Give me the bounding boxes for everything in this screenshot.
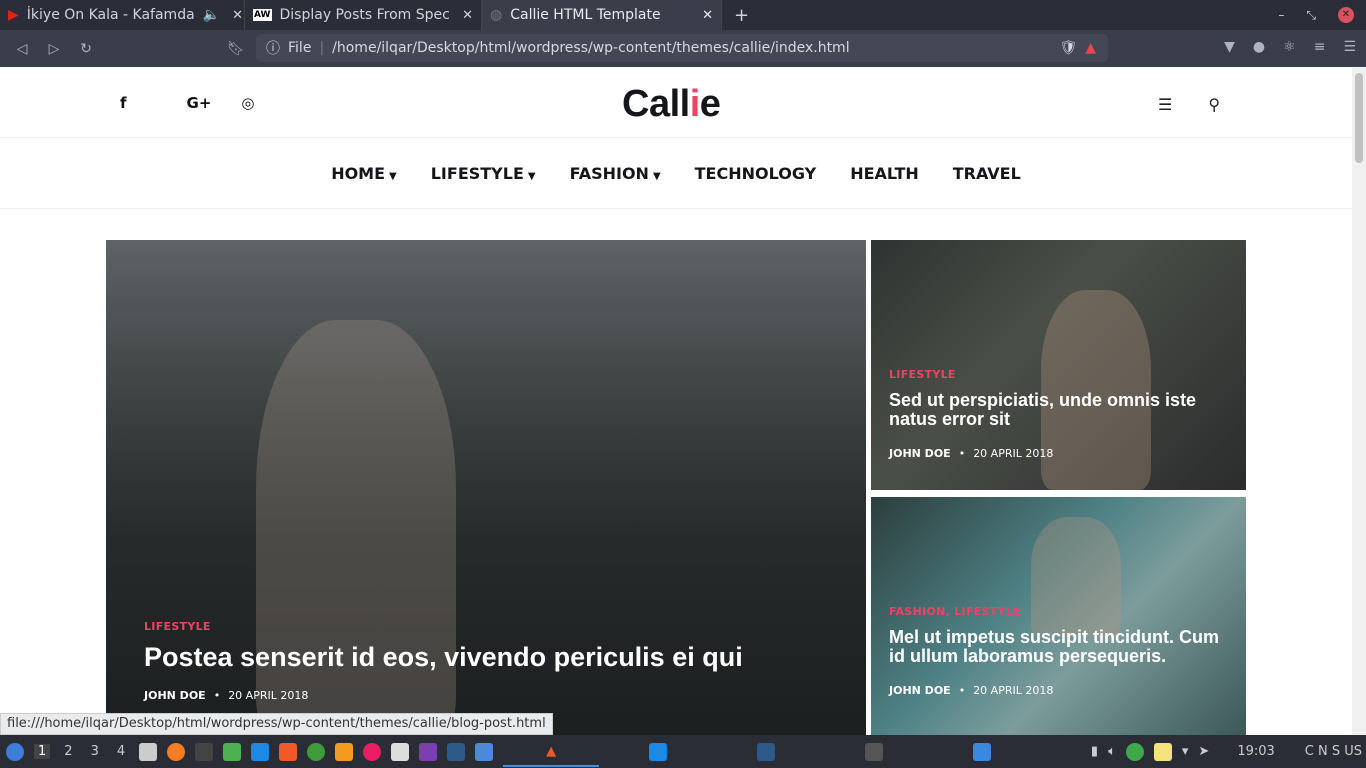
usb-icon[interactable]: ▮: [1091, 744, 1098, 759]
facebook-icon[interactable]: f: [120, 94, 127, 112]
post-title[interactable]: Sed ut perspiciatis, unde omnis iste nat…: [889, 391, 1234, 429]
post-category[interactable]: LIFESTYLE: [889, 368, 1234, 381]
workspace-3[interactable]: 3: [87, 744, 103, 759]
extension-icon[interactable]: ●: [1253, 39, 1265, 55]
tab-bar: ▶ İkiye On Kala - Kafamda 🔈 ✕ AW Display…: [0, 0, 1366, 30]
nav-lifestyle[interactable]: LIFESTYLE ▼: [431, 164, 536, 183]
close-icon[interactable]: ✕: [702, 8, 713, 23]
nav-technology[interactable]: TECHNOLOGY: [695, 164, 817, 183]
post-author[interactable]: JOHN DOE: [144, 689, 206, 702]
brave-rewards-icon[interactable]: ▲: [1085, 40, 1108, 56]
nav-fashion[interactable]: FASHION ▼: [570, 164, 661, 183]
post-date: 20 APRIL 2018: [228, 689, 309, 703]
post-category[interactable]: LIFESTYLE: [144, 620, 844, 633]
forward-button[interactable]: ▷: [38, 41, 70, 57]
caret-down-icon: ▼: [389, 170, 397, 182]
tab-youtube[interactable]: ▶ İkiye On Kala - Kafamda 🔈 ✕: [0, 0, 245, 30]
notes-icon[interactable]: [1153, 742, 1172, 761]
files-icon[interactable]: [139, 742, 158, 761]
taskbar-brave-window[interactable]: ▲: [503, 737, 600, 767]
bookmark-icon[interactable]: 🔖︎: [220, 41, 252, 57]
sublime-icon[interactable]: [335, 742, 354, 761]
nav-travel[interactable]: TRAVEL: [953, 164, 1021, 183]
side-post-1[interactable]: LIFESTYLE Sed ut perspiciatis, unde omni…: [871, 240, 1246, 490]
taskbar-folder-window[interactable]: [973, 742, 992, 761]
new-tab-button[interactable]: +: [722, 5, 761, 26]
folder-icon[interactable]: [223, 742, 242, 761]
featured-post[interactable]: LIFESTYLE Postea senserit id eos, vivend…: [106, 240, 866, 735]
workspace-4[interactable]: 4: [113, 744, 129, 759]
volume-icon[interactable]: 🔈︎: [1108, 744, 1116, 759]
post-author[interactable]: JOHN DOE: [889, 447, 951, 460]
post-author[interactable]: JOHN DOE: [889, 684, 951, 697]
youtube-icon: ▶: [8, 7, 19, 23]
phpstorm-icon[interactable]: [419, 742, 438, 761]
info-icon: ⓘ: [266, 41, 280, 57]
minimize-button[interactable]: –: [1278, 8, 1284, 22]
back-button[interactable]: ◁: [6, 41, 38, 57]
main-nav: HOME ▼ LIFESTYLE ▼ FASHION ▼ TECHNOLOGY HEA…: [0, 138, 1352, 209]
keyboard-layout[interactable]: C N S US: [1305, 744, 1362, 759]
aw-icon: AW: [253, 9, 272, 21]
globe-icon: ◍: [490, 7, 503, 23]
nav-home[interactable]: HOME ▼: [331, 164, 397, 183]
mongodb-icon[interactable]: [307, 742, 326, 761]
flickr-icon[interactable]: [363, 742, 382, 761]
post-category[interactable]: FASHION, LIFESTYLE: [889, 605, 1234, 618]
speaker-icon[interactable]: 🔈: [203, 7, 220, 23]
terminal-icon[interactable]: [195, 742, 214, 761]
maximize-button[interactable]: ⤡: [1306, 8, 1316, 23]
url-text: /home/ilqar/Desktop/html/wordpress/wp-co…: [332, 40, 850, 56]
link-status-bar: file:///home/ilqar/Desktop/html/wordpres…: [0, 713, 553, 735]
start-menu-icon[interactable]: [6, 742, 24, 761]
address-bar[interactable]: ⓘ File | /home/ilqar/Desktop/html/wordpr…: [256, 34, 1108, 62]
close-window-button[interactable]: ✕: [1338, 7, 1354, 23]
workspace-2[interactable]: 2: [60, 744, 76, 759]
hamburger-menu-icon[interactable]: ☰: [1158, 95, 1172, 114]
menu-icon[interactable]: ☰: [1343, 39, 1356, 55]
telegram-icon[interactable]: ➤: [1198, 744, 1209, 759]
firefox-icon[interactable]: [167, 742, 186, 761]
brave-shield-icon[interactable]: 🛡︎: [1059, 40, 1077, 56]
browser-toolbar: ◁ ▷ ↻ 🔖︎ ⓘ File | /home/ilqar/Desktop/ht…: [0, 30, 1366, 67]
taskbar-mysql-window[interactable]: [757, 742, 776, 761]
page-scrollbar[interactable]: [1352, 67, 1366, 735]
workspace-1[interactable]: 1: [34, 744, 51, 759]
reload-button[interactable]: ↻: [70, 41, 102, 57]
post-date: 20 APRIL 2018: [973, 683, 1054, 697]
vscode-icon[interactable]: [251, 742, 270, 761]
close-icon[interactable]: ✕: [462, 8, 473, 23]
site-header: f t G+ ◎ Callie ☰ ⚲: [0, 67, 1352, 138]
clipboard-icon[interactable]: [391, 742, 410, 761]
post-title[interactable]: Postea senserit id eos, vivendo periculi…: [144, 643, 844, 672]
media-icon[interactable]: ≡: [1314, 39, 1326, 55]
vue-devtools-icon[interactable]: ▼: [1224, 39, 1235, 55]
close-icon[interactable]: ✕: [232, 8, 243, 23]
caret-down-icon: ▼: [527, 170, 536, 182]
taskbar-vscode-window[interactable]: [649, 742, 668, 761]
site-logo[interactable]: Callie: [622, 83, 721, 126]
google-plus-icon[interactable]: G+: [187, 94, 212, 112]
post-date: 20 APRIL 2018: [973, 446, 1054, 460]
post-title[interactable]: Mel ut impetus suscipit tincidunt. Cum i…: [889, 628, 1234, 666]
wifi-icon[interactable]: ▾: [1182, 744, 1189, 759]
window-icon[interactable]: [475, 742, 494, 761]
react-devtools-icon[interactable]: ⚛: [1283, 39, 1296, 55]
clock[interactable]: 19:03: [1237, 744, 1274, 759]
social-links: f t G+ ◎: [120, 94, 255, 112]
side-post-2[interactable]: FASHION, LIFESTYLE Mel ut impetus suscip…: [871, 497, 1246, 735]
search-icon[interactable]: ⚲: [1208, 95, 1220, 114]
web-page: f t G+ ◎ Callie ☰ ⚲ HOME▼ LIFESTYLE▼ FAS…: [0, 67, 1352, 735]
instagram-icon[interactable]: ◎: [241, 94, 254, 112]
nav-health[interactable]: HEALTH: [850, 164, 919, 183]
brave-icon[interactable]: [279, 742, 298, 761]
taskbar-terminal-window[interactable]: [865, 742, 884, 761]
scrollbar-thumb[interactable]: [1355, 73, 1363, 163]
tab-callie[interactable]: ◍ Callie HTML Template ✕: [482, 0, 722, 30]
caret-down-icon: ▼: [652, 170, 661, 182]
tab-display-posts[interactable]: AW Display Posts From Specific ✕: [245, 0, 482, 30]
taskbar: 1 2 3 4 ▲ ▮ 🔈︎ ▾ ➤ 19:03 C N S US: [0, 735, 1366, 768]
update-icon[interactable]: [1125, 742, 1144, 761]
mysql-workbench-icon[interactable]: [447, 742, 466, 761]
